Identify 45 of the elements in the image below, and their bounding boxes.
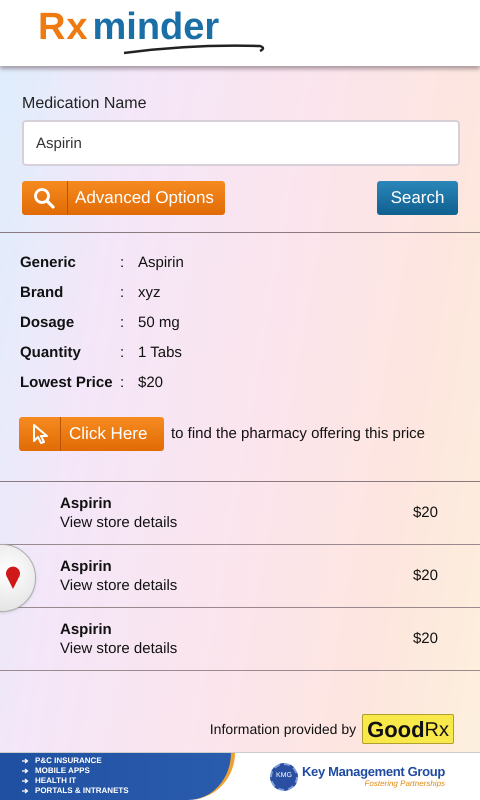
pharmacy-name: Aspirin (60, 494, 113, 512)
credit-text: Information provided by (210, 720, 356, 739)
store-details-link[interactable]: View store details (60, 576, 178, 596)
pharmacy-name: Aspirin (60, 556, 113, 576)
goodrx-logo: GoodRx (362, 714, 454, 744)
detail-label: Lowest Price (20, 373, 114, 392)
pharmacy-name: Aspirin (60, 620, 113, 638)
service-item: HEALTH IT (35, 776, 76, 786)
arrow-icon (22, 788, 29, 794)
medication-input[interactable]: Aspirin (22, 120, 460, 166)
detail-label: Dosage (20, 313, 76, 332)
service-item: PORTALS & INTRANETS (35, 786, 129, 796)
detail-label: Brand (20, 283, 64, 302)
detail-value: xyz (138, 283, 160, 302)
detail-label: Generic (20, 253, 77, 272)
service-item: MOBILE APPS (35, 766, 90, 776)
search-button[interactable]: Search (377, 181, 458, 215)
instruction-text: to find the pharmacy offering this price (171, 424, 426, 444)
price: $20 (412, 628, 438, 649)
detail-value: 1 Tabs (138, 343, 182, 362)
separator: : (120, 343, 126, 362)
service-item: P&C INSURANCE (35, 756, 102, 766)
company-tagline: Fostering Partnerships (364, 778, 446, 788)
company-name: Key Management Group (302, 764, 446, 778)
price: $20 (412, 502, 438, 523)
separator: : (120, 373, 126, 392)
arrow-icon (22, 778, 29, 784)
detail-value: 50 mg (138, 313, 180, 332)
logo-text: minder (92, 8, 220, 46)
detail-value: Aspirin (138, 253, 184, 272)
store-details-link[interactable]: View store details (60, 512, 178, 532)
separator: : (120, 253, 126, 272)
store-details-link[interactable]: View store details (60, 638, 178, 658)
cursor-icon (32, 423, 50, 445)
separator: : (120, 313, 126, 332)
separator: : (120, 283, 126, 302)
arrow-icon (22, 758, 29, 764)
price: $20 (412, 566, 438, 586)
logo-text: Rx (38, 8, 88, 46)
field-label: Medication Name (22, 94, 148, 114)
map-pin-icon (5, 566, 21, 590)
detail-value: $20 (138, 373, 164, 392)
search-icon (33, 187, 55, 209)
arrow-icon (22, 768, 29, 774)
detail-label: Quantity (20, 343, 82, 362)
